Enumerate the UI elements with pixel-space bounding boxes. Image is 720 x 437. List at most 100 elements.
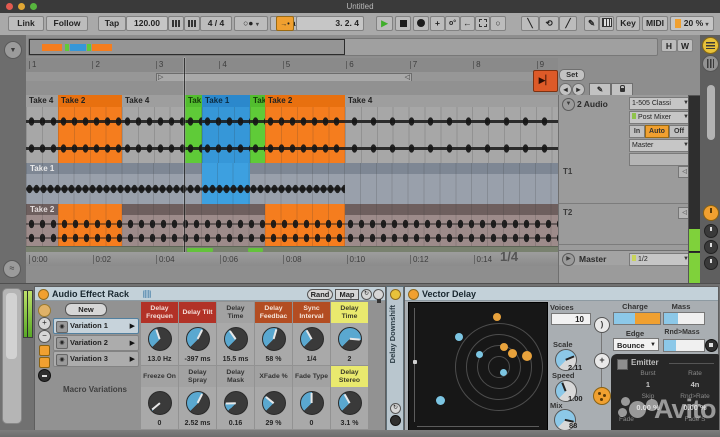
macro-variation-row[interactable]: ◉Variation 1▶ xyxy=(53,318,139,334)
loop-button[interactable]: ⟲ xyxy=(539,16,559,31)
vertical-scrollbar[interactable] xyxy=(707,85,715,140)
nudge-down-button[interactable] xyxy=(168,16,184,31)
optimize-height-button[interactable]: H xyxy=(661,39,677,52)
device-on-led[interactable] xyxy=(408,289,419,300)
automation-mode-button[interactable]: ≈ xyxy=(3,260,21,278)
randomize-voices-button[interactable] xyxy=(593,387,611,405)
macro-delay-stereo[interactable]: Delay Stereo3.1 % xyxy=(331,366,368,429)
send-a-knob[interactable] xyxy=(704,224,718,238)
device-on-led[interactable] xyxy=(38,289,49,300)
io-section-button[interactable] xyxy=(702,55,719,72)
macro-delay-frequen[interactable]: Delay Frequen13.0 Hz xyxy=(141,302,178,365)
output-channel-box[interactable] xyxy=(629,153,691,166)
tap-tempo-button[interactable]: Tap xyxy=(98,16,126,31)
burst-value[interactable]: 1 xyxy=(626,380,670,389)
rack-title-bar[interactable]: Audio Effect Rack Rand Map ↻ xyxy=(35,287,385,301)
set-loop-button[interactable]: Set xyxy=(559,69,585,81)
punch-out-button[interactable]: ╱ xyxy=(559,16,577,31)
macro-knob[interactable] xyxy=(148,327,172,351)
show-devices-button[interactable] xyxy=(38,369,51,382)
arrangement-clip[interactable]: Take 4 xyxy=(345,95,558,163)
macro-delay-time[interactable]: Delay Time15.5 ms xyxy=(217,302,254,365)
collapsed-device-delay-downshift[interactable]: Delay Downshift ↻ xyxy=(386,286,404,433)
device-on-led[interactable] xyxy=(390,289,401,300)
arrangement-position-field[interactable]: 3. 2. 4 xyxy=(296,16,364,31)
macro-knob[interactable] xyxy=(148,391,172,415)
save-preset-icon[interactable] xyxy=(373,289,384,300)
macro-knob[interactable] xyxy=(338,391,362,415)
punch-in-button[interactable]: ╲ xyxy=(521,16,539,31)
time-ruler[interactable]: 0:000:020:040:060:080:100:120:14 xyxy=(26,252,558,266)
send-b-knob[interactable] xyxy=(704,240,718,254)
monitor-in-button[interactable]: In xyxy=(629,125,645,138)
voice-dot-blue[interactable] xyxy=(455,333,463,341)
metronome-button[interactable]: ○● ▾ xyxy=(234,16,268,31)
key-map-button[interactable]: Key xyxy=(616,16,640,31)
tempo-field[interactable]: 120.00 xyxy=(126,16,168,31)
macro-knob[interactable] xyxy=(300,391,324,415)
mixer-menu-button[interactable] xyxy=(702,37,719,54)
computer-midi-keyboard-button[interactable] xyxy=(599,16,614,31)
send-c-knob[interactable] xyxy=(704,256,718,270)
monitor-auto-button[interactable]: Auto xyxy=(645,125,669,138)
monitor-source-dropdown[interactable]: Post Mixer▼ xyxy=(629,111,691,124)
take-lane-label[interactable]: T2 xyxy=(563,208,572,217)
add-macro-button[interactable]: + xyxy=(38,317,51,330)
take-lane-1-header[interactable]: Take 1 xyxy=(26,163,558,174)
master-track-row[interactable]: ▶ Master 1/2▼ xyxy=(559,250,689,265)
voices-field[interactable]: 10 xyxy=(551,313,591,325)
macro-knob[interactable] xyxy=(262,327,286,351)
track-fold-button[interactable]: ▼ xyxy=(562,98,575,111)
voice-dot-orange[interactable] xyxy=(508,349,517,358)
automation-arm-button[interactable]: o° xyxy=(445,16,460,31)
jump-to-playhead-button[interactable]: ▶▏ xyxy=(533,70,558,92)
macro-knob[interactable] xyxy=(300,327,324,351)
show-macro-variations-button[interactable] xyxy=(38,304,51,317)
arrangement-clip[interactable]: Take 4 xyxy=(26,95,58,163)
nudge-up-button[interactable] xyxy=(184,16,200,31)
macro-knob[interactable] xyxy=(186,391,210,415)
map-button[interactable]: Map xyxy=(335,289,359,300)
take-lane-2[interactable]: Take 2 xyxy=(26,204,558,246)
session-record-button[interactable]: ○ xyxy=(490,16,506,31)
macro-knob[interactable] xyxy=(338,327,362,351)
show-chains-button[interactable] xyxy=(39,357,50,368)
beat-time-ruler[interactable]: 123456789 xyxy=(26,58,558,73)
rnd-rate-value[interactable]: 0.00 % xyxy=(673,403,717,412)
follow-playhead-button[interactable]: →• xyxy=(276,16,294,31)
overview-viewport[interactable] xyxy=(29,39,345,55)
macro-knob[interactable] xyxy=(186,327,210,351)
listen-button[interactable]: ) xyxy=(594,317,610,333)
pad-axis-marker[interactable] xyxy=(413,360,417,364)
macro-delay-tilt[interactable]: Delay Tilt-397 ms xyxy=(179,302,216,365)
voice-dot-blue[interactable] xyxy=(476,351,483,358)
vector-delay-title-bar[interactable]: Vector Delay xyxy=(405,287,718,301)
charge-slider[interactable] xyxy=(613,312,661,325)
emitter-enable-checkbox[interactable] xyxy=(617,359,628,370)
voice-dot-blue[interactable] xyxy=(436,396,445,405)
record-button[interactable] xyxy=(413,16,429,31)
output-routing-dropdown[interactable]: Master▼ xyxy=(629,139,691,152)
edge-dropdown[interactable]: Bounce▼ xyxy=(613,338,659,351)
track-name[interactable]: 2 Audio xyxy=(577,99,608,109)
rnd-mass-slider[interactable] xyxy=(663,339,705,352)
hot-swap-icon[interactable]: ↻ xyxy=(361,289,372,300)
arrangement-clip[interactable]: Take 4 xyxy=(122,95,185,163)
rate-value[interactable]: 4n xyxy=(673,380,717,389)
capture-region-button[interactable] xyxy=(475,16,490,31)
master-output-dropdown[interactable]: 1/2▼ xyxy=(629,253,691,266)
scrub-area[interactable]: ▷ ◁ xyxy=(26,72,558,81)
rand-button[interactable]: Rand xyxy=(307,289,333,300)
macro-freeze-on[interactable]: Freeze On0 xyxy=(141,366,178,429)
monitor-off-button[interactable]: Off xyxy=(669,125,689,138)
arrangement-clip[interactable]: Take 2 xyxy=(58,95,122,163)
main-track-lane[interactable]: Take 4Take 2Take 4TakTake 1TakTake 2Take… xyxy=(26,95,558,163)
launch-variation-icon[interactable]: ▶ xyxy=(130,322,135,330)
new-variation-button[interactable]: New xyxy=(65,303,107,316)
voice-dot-orange[interactable] xyxy=(500,343,508,351)
take-lane-1[interactable]: Take 1 xyxy=(26,163,558,204)
stop-button[interactable] xyxy=(395,16,411,31)
macro-knob[interactable] xyxy=(224,327,248,351)
arrangement-clip[interactable]: Tak xyxy=(250,95,265,163)
macro-delay-mask[interactable]: Delay Mask0.16 xyxy=(217,366,254,429)
